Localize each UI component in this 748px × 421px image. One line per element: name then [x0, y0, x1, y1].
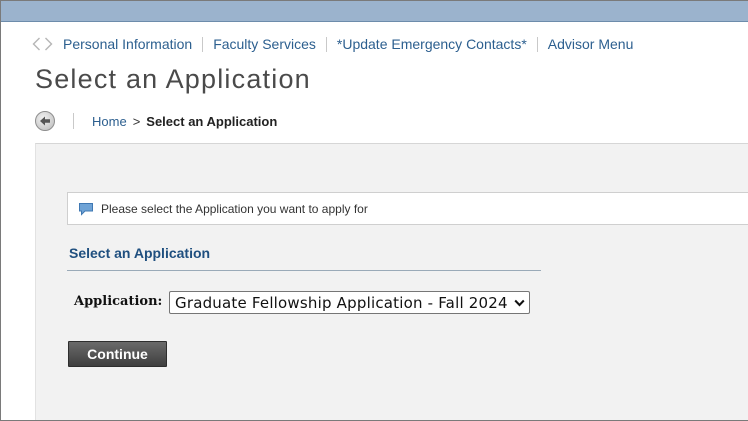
back-arrow-icon	[40, 116, 50, 126]
top-banner-bar	[1, 1, 748, 22]
breadcrumb-current: Select an Application	[146, 113, 278, 129]
application-select-value: Graduate Fellowship Application - Fall 2…	[175, 293, 508, 312]
nav-left-arrow-icon[interactable]	[32, 37, 41, 51]
section-title: Select an Application	[69, 245, 211, 261]
breadcrumb-divider	[73, 113, 74, 129]
nav-link-advisor-menu[interactable]: Advisor Menu	[548, 36, 634, 52]
chevron-down-icon	[514, 299, 525, 306]
page-title: Select an Application	[35, 64, 311, 94]
main-navigation: Personal Information Faculty Services *U…	[32, 33, 633, 55]
nav-divider	[536, 36, 538, 52]
section-divider	[67, 270, 541, 271]
continue-button[interactable]: Continue	[68, 341, 167, 367]
main-content: Please select the Application you want t…	[35, 143, 748, 420]
nav-link-update-emergency-contacts[interactable]: *Update Emergency Contacts*	[337, 36, 527, 52]
browser-frame: Personal Information Faculty Services *U…	[0, 0, 748, 421]
application-select[interactable]: Graduate Fellowship Application - Fall 2…	[169, 291, 530, 314]
breadcrumb-separator: >	[132, 113, 141, 129]
info-message-text: Please select the Application you want t…	[101, 201, 368, 216]
info-message-box: Please select the Application you want t…	[67, 192, 748, 225]
application-field-label: Application:	[74, 294, 163, 309]
nav-link-personal-information[interactable]: Personal Information	[63, 36, 192, 52]
back-button[interactable]	[35, 111, 55, 131]
nav-link-faculty-services[interactable]: Faculty Services	[213, 36, 316, 52]
breadcrumb: Home > Select an Application	[35, 109, 277, 133]
nav-divider	[202, 36, 204, 52]
nav-scroll-arrows	[32, 37, 53, 51]
nav-divider	[325, 36, 327, 52]
nav-right-arrow-icon[interactable]	[44, 37, 53, 51]
breadcrumb-home-link[interactable]: Home	[92, 114, 127, 129]
speech-bubble-icon	[79, 202, 93, 216]
